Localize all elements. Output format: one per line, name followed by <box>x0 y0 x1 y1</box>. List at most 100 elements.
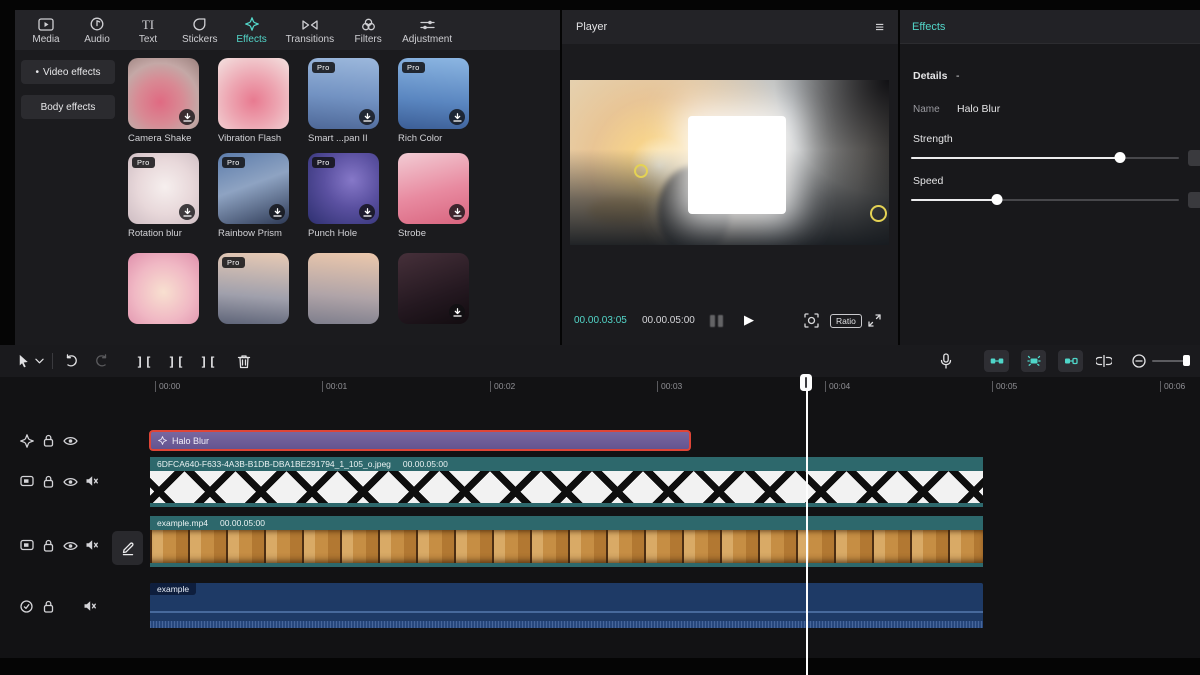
effect-card[interactable]: Pro Smart ...pan II <box>308 58 388 144</box>
player-menu-icon[interactable]: ≡ <box>875 19 884 36</box>
tab-text[interactable]: TI Text <box>131 16 165 45</box>
image-clip-header: 6DFCA640-F633-4A3B-B1DB-DBA1BE291794_1_1… <box>150 457 983 471</box>
effect-card[interactable]: Pro Punch Hole <box>308 153 388 239</box>
mute-track-icon[interactable] <box>85 475 99 487</box>
tab-transitions[interactable]: Transitions <box>286 16 335 45</box>
delete-left-button[interactable]: ][ <box>168 345 185 377</box>
download-icon[interactable] <box>179 109 195 125</box>
video-preview[interactable] <box>570 80 889 245</box>
pro-badge: Pro <box>222 257 245 268</box>
sidebar-item-body-effects[interactable]: Body effects <box>21 95 115 119</box>
effect-card[interactable]: Pro Rich Color <box>398 58 478 144</box>
fullscreen-icon[interactable] <box>868 314 881 327</box>
download-icon[interactable] <box>269 204 285 220</box>
timeline-zoom-slider[interactable] <box>1152 360 1190 362</box>
download-icon[interactable] <box>449 304 465 320</box>
mirror-split-icon[interactable] <box>1096 345 1112 377</box>
video-clip-filename: example.mp4 <box>157 518 208 528</box>
hide-track-icon[interactable] <box>63 477 78 487</box>
current-time: 00.00.03:05 <box>574 315 627 326</box>
hide-track-icon[interactable] <box>63 541 78 551</box>
image-clip-filename: 6DFCA640-F633-4A3B-B1DB-DBA1BE291794_1_1… <box>157 459 391 469</box>
tab-stickers[interactable]: Stickers <box>182 16 218 45</box>
mute-track-icon[interactable] <box>83 600 97 612</box>
slider-fill <box>911 157 1120 159</box>
tab-effects[interactable]: Effects <box>235 16 269 45</box>
split-button[interactable]: ][ <box>136 345 153 377</box>
magnetic-snap-toggle[interactable] <box>1021 350 1046 372</box>
image-clip[interactable]: 6DFCA640-F633-4A3B-B1DB-DBA1BE291794_1_1… <box>150 457 983 507</box>
effect-thumbnail <box>128 253 199 324</box>
effect-card[interactable] <box>128 253 208 328</box>
undo-button[interactable] <box>63 345 78 377</box>
playhead-handle[interactable] <box>800 374 812 391</box>
tab-media[interactable]: Media <box>29 16 63 45</box>
effect-thumbnail <box>308 253 379 324</box>
download-icon[interactable] <box>449 109 465 125</box>
lock-icon[interactable] <box>43 600 54 613</box>
tab-adjustment[interactable]: Adjustment <box>402 16 452 45</box>
lock-icon[interactable] <box>43 475 54 488</box>
slider-thumb[interactable] <box>1115 152 1126 163</box>
tab-label: Audio <box>84 34 110 45</box>
ratio-button[interactable]: Ratio <box>830 314 862 328</box>
voiceover-mic-icon[interactable] <box>940 345 952 377</box>
effects-icon <box>245 16 259 31</box>
hide-track-icon[interactable] <box>63 436 78 446</box>
focus-frame-icon[interactable] <box>804 313 819 328</box>
player-controls: 00.00.03:05 00.00.05:00 ▶ Ratio <box>562 310 898 334</box>
strength-slider[interactable] <box>911 152 1179 164</box>
lock-icon[interactable] <box>43 539 54 552</box>
details-panel-header: Effects <box>900 10 1200 44</box>
mute-track-icon[interactable] <box>85 539 99 551</box>
edit-clip-button[interactable] <box>112 531 143 565</box>
lock-icon[interactable] <box>43 434 54 447</box>
tab-audio[interactable]: Audio <box>80 16 114 45</box>
timeline-zoom-thumb[interactable] <box>1183 355 1190 366</box>
effect-card[interactable] <box>308 253 388 328</box>
effect-card[interactable]: Vibration Flash <box>218 58 298 144</box>
strength-value-field[interactable] <box>1188 150 1200 166</box>
effect-clip-halo-blur[interactable]: Halo Blur <box>149 430 691 451</box>
download-icon[interactable] <box>179 204 195 220</box>
effect-card[interactable]: Strobe <box>398 153 478 239</box>
image-clip-footer <box>150 503 983 507</box>
effect-card[interactable]: Camera Shake <box>128 58 208 144</box>
audio-clip[interactable]: example <box>150 583 983 628</box>
delete-right-button[interactable]: ][ <box>200 345 217 377</box>
effect-card[interactable]: Pro Rainbow Prism <box>218 153 298 239</box>
redo-button[interactable] <box>95 345 110 377</box>
effect-card[interactable]: Pro Rotation blur <box>128 153 208 239</box>
video-clip-footer <box>150 563 983 567</box>
lens-flare-ring <box>634 164 648 178</box>
download-icon[interactable] <box>449 204 465 220</box>
strength-label: Strength <box>913 133 953 145</box>
speed-value-field[interactable] <box>1188 192 1200 208</box>
download-icon[interactable] <box>359 204 375 220</box>
ruler-tick: 00:01 <box>322 381 347 392</box>
effect-card-label: Rotation blur <box>128 228 208 239</box>
video-clip[interactable]: example.mp4 00.00.05:00 <box>150 516 983 567</box>
media-icon <box>38 16 54 31</box>
select-tool[interactable] <box>16 345 31 377</box>
preview-axis-toggle[interactable] <box>984 350 1009 372</box>
link-clips-toggle[interactable] <box>1058 350 1083 372</box>
slider-fill <box>911 199 997 201</box>
details-collapse-toggle[interactable]: - <box>956 70 960 82</box>
timeline-tracks-area[interactable]: 00:00 00:01 00:02 00:03 00:04 00:05 00:0… <box>0 377 1200 658</box>
effect-card[interactable] <box>398 253 478 328</box>
chevron-down-icon[interactable] <box>35 345 44 377</box>
speed-slider[interactable] <box>911 194 1179 206</box>
pause-icon[interactable] <box>710 315 723 327</box>
effect-card-label: Smart ...pan II <box>308 133 388 144</box>
download-icon[interactable] <box>359 109 375 125</box>
tab-filters[interactable]: Filters <box>351 16 385 45</box>
delete-button[interactable] <box>237 345 251 377</box>
play-button[interactable]: ▶ <box>744 312 754 328</box>
timeline-zoom-out-icon[interactable] <box>1132 345 1146 377</box>
slider-thumb[interactable] <box>991 194 1002 205</box>
pro-badge: Pro <box>402 62 425 73</box>
effect-card[interactable]: Pro <box>218 253 298 328</box>
effect-thumbnail: Pro <box>308 153 379 224</box>
sidebar-item-video-effects[interactable]: • Video effects <box>21 60 115 84</box>
